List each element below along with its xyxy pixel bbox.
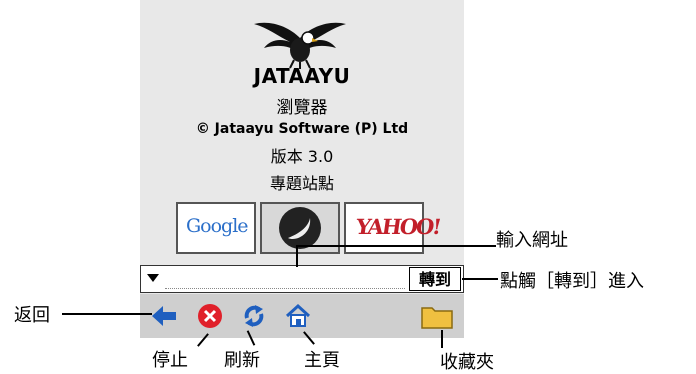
featured-sites-heading: 專題站點 <box>269 174 334 193</box>
eagle-logo-icon <box>254 22 346 69</box>
url-input[interactable] <box>165 272 405 289</box>
annotation-stop: 停止 <box>152 350 188 371</box>
pointer-line-url <box>296 245 496 247</box>
app-subtitle: 瀏覽器 <box>276 98 328 118</box>
app-name: JATAAYU <box>253 64 351 88</box>
pointer-line-url-drop <box>296 245 298 267</box>
copyright-text: © Jataayu Software (P) Ltd <box>195 121 409 137</box>
pointer-line-back <box>62 313 152 315</box>
annotation-tap-go: 點觸［轉到］進入 <box>500 271 644 292</box>
pointer-line-bookmarks <box>441 330 443 348</box>
home-icon[interactable] <box>284 302 312 330</box>
folder-icon[interactable] <box>420 302 454 330</box>
go-button[interactable]: 轉到 <box>409 267 461 291</box>
annotation-enter-url: 輸入網址 <box>496 230 568 251</box>
annotation-back: 返回 <box>14 305 50 326</box>
bottom-toolbar <box>140 294 464 338</box>
version-text: 版本 3.0 <box>270 147 334 166</box>
back-arrow-icon[interactable] <box>150 302 178 330</box>
browser-screen: JATAAYU 瀏覽器 © Jataayu Software (P) Ltd 版… <box>140 0 464 338</box>
history-dropdown-icon[interactable] <box>147 274 159 282</box>
annotation-bookmarks: 收藏夾 <box>440 352 494 373</box>
pointer-line-go <box>462 278 498 280</box>
refresh-icon[interactable] <box>240 302 268 330</box>
google-logo-text: Google <box>186 215 249 237</box>
annotation-home: 主頁 <box>304 350 340 371</box>
yahoo-logo-text: YAHOO! <box>354 214 442 239</box>
url-bar: 轉到 <box>140 265 464 293</box>
annotation-refresh: 刷新 <box>224 350 260 371</box>
stop-icon[interactable] <box>196 302 224 330</box>
google-tile[interactable]: Google <box>176 202 256 254</box>
